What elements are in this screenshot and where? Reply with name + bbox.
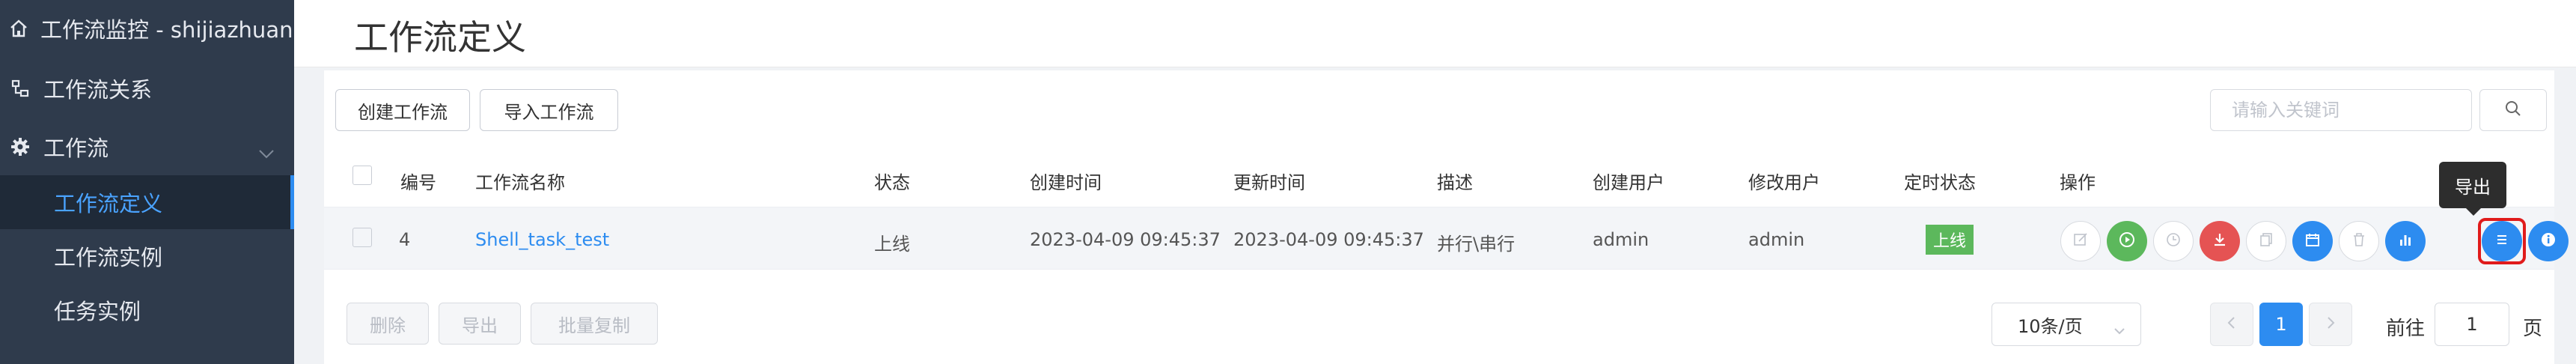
copy-icon xyxy=(2258,231,2274,251)
copy-button[interactable] xyxy=(2246,221,2286,261)
column-header-create-time: 创建时间 xyxy=(1030,172,1102,193)
column-header-status: 状态 xyxy=(874,172,910,193)
prev-page-button[interactable] xyxy=(2210,303,2253,346)
timer-icon xyxy=(2165,231,2182,251)
chevron-right-icon xyxy=(2325,314,2336,335)
goto-prefix-label: 前往 xyxy=(2386,318,2426,340)
sidebar-item-label: 工作流定义 xyxy=(54,191,163,216)
sidebar-item-label: 任务实例 xyxy=(54,299,141,324)
column-header-update-time: 更新时间 xyxy=(1233,172,1305,193)
sidebar-item-label: 工作流实例 xyxy=(54,245,163,270)
sidebar-item-workflow-monitor[interactable]: 工作流监控 - shijiazhuan… xyxy=(0,1,294,55)
relation-icon xyxy=(9,77,31,100)
goto-page-input[interactable] xyxy=(2435,303,2509,346)
search-icon xyxy=(2504,100,2522,121)
schedule-status-badge: 上线 xyxy=(1926,225,1974,255)
create-workflow-button[interactable]: 创建工作流 xyxy=(335,89,470,131)
column-header-creator: 创建用户 xyxy=(1593,172,1664,193)
sidebar-item-workflow-relation[interactable]: 工作流关系 xyxy=(0,61,294,115)
column-header-id: 编号 xyxy=(400,172,436,193)
sidebar-item-label: 工作流 xyxy=(43,136,109,161)
schedule-icon xyxy=(2304,231,2321,251)
delete-selected-button[interactable]: 删除 xyxy=(347,303,429,345)
delete-button[interactable] xyxy=(2339,221,2379,261)
home-icon xyxy=(9,17,28,40)
chevron-down-icon xyxy=(2113,319,2125,340)
import-workflow-button[interactable]: 导入工作流 xyxy=(480,89,618,131)
cell-create-time: 2023-04-09 09:45:37 xyxy=(1030,229,1221,250)
column-header-name: 工作流名称 xyxy=(475,172,565,193)
page-size-value: 10条/页 xyxy=(2018,315,2083,337)
column-header-modifier: 修改用户 xyxy=(1748,172,1820,193)
run-button[interactable] xyxy=(2107,221,2147,261)
sidebar-item-label: 工作流关系 xyxy=(43,77,153,103)
row-checkbox[interactable] xyxy=(352,228,372,247)
sidebar-item-workflow-definition[interactable]: 工作流定义 xyxy=(0,175,294,229)
column-header-schedule-status: 定时状态 xyxy=(1904,172,1976,193)
chevron-down-icon xyxy=(258,139,275,165)
page-title: 工作流定义 xyxy=(354,17,526,58)
sidebar-item-label: 工作流监控 - shijiazhuan… xyxy=(40,17,294,43)
sidebar: 工作流监控 - shijiazhuan… 工作流关系 工作流 工作流定义 工作流… xyxy=(0,0,294,364)
export-button-highlight xyxy=(2478,218,2526,264)
export-selected-button[interactable]: 导出 xyxy=(439,303,521,345)
cell-status: 上线 xyxy=(874,234,910,255)
search-button[interactable] xyxy=(2479,89,2547,131)
main-area: 工作流定义 创建工作流 导入工作流 编号 工作流名称 状态 创建时间 更新时间 … xyxy=(294,0,2576,364)
export-tooltip: 导出 xyxy=(2439,162,2506,216)
tree-view-button[interactable] xyxy=(2385,221,2426,261)
schedule-button[interactable] xyxy=(2292,221,2333,261)
info-button[interactable] xyxy=(2528,221,2569,261)
cell-id: 4 xyxy=(399,229,411,250)
edit-icon xyxy=(2072,231,2089,251)
cell-description: 并行\串行 xyxy=(1437,234,1516,255)
next-page-button[interactable] xyxy=(2309,303,2352,346)
select-all-checkbox[interactable] xyxy=(352,166,372,185)
page-number-current[interactable]: 1 xyxy=(2259,303,2303,346)
search-input[interactable] xyxy=(2210,89,2472,131)
delete-icon xyxy=(2351,231,2367,251)
run-icon xyxy=(2118,231,2136,252)
chevron-left-icon xyxy=(2226,314,2237,335)
cell-creator: admin xyxy=(1593,229,1649,250)
tree-icon xyxy=(2397,231,2414,251)
timer-button[interactable] xyxy=(2153,221,2194,261)
batch-copy-button[interactable]: 批量复制 xyxy=(531,303,658,345)
sidebar-item-workflow[interactable]: 工作流 xyxy=(0,120,294,174)
info-icon xyxy=(2540,231,2557,251)
content-panel: 创建工作流 导入工作流 编号 工作流名称 状态 创建时间 更新时间 描述 创建用… xyxy=(324,70,2569,364)
goto-suffix-label: 页 xyxy=(2523,318,2543,340)
workflow-name-link[interactable]: Shell_task_test xyxy=(475,229,609,250)
edit-button[interactable] xyxy=(2060,221,2101,261)
title-bar: 工作流定义 xyxy=(294,0,2576,67)
gear-icon xyxy=(9,136,31,158)
column-header-operation: 操作 xyxy=(2060,172,2096,193)
offline-icon xyxy=(2212,231,2228,251)
cell-modifier: admin xyxy=(1748,229,1805,250)
page-size-select[interactable]: 10条/页 xyxy=(1991,303,2141,346)
column-header-description: 描述 xyxy=(1437,172,1473,193)
offline-button[interactable] xyxy=(2200,221,2240,261)
sidebar-item-task-instance[interactable]: 任务实例 xyxy=(0,283,294,337)
sidebar-item-workflow-instance[interactable]: 工作流实例 xyxy=(0,229,294,283)
cell-update-time: 2023-04-09 09:45:37 xyxy=(1233,229,1424,250)
